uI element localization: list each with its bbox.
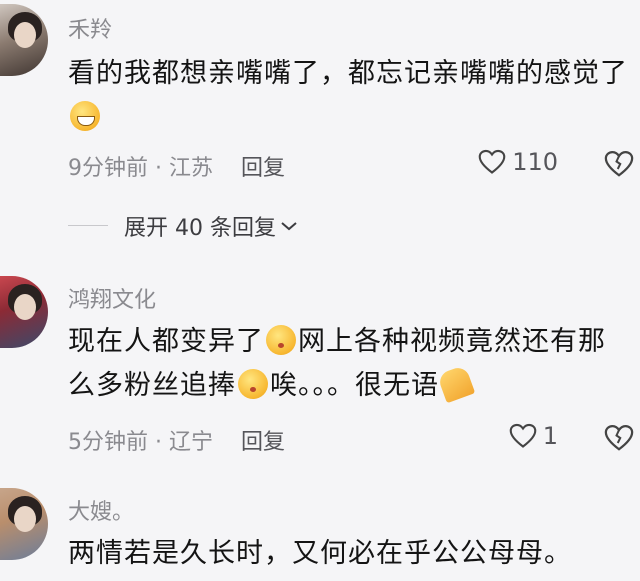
reply-button[interactable]: 回复 <box>241 430 285 455</box>
comment-meta: 9分钟前 · 江苏 回复 <box>68 156 286 181</box>
like-count: 1 <box>542 422 558 450</box>
comment-location: 江苏 <box>168 156 213 181</box>
comment-text: 现在人都变异了 网上各种视频竟然还有那么多粉丝追捧 唉。。。很无语 <box>68 320 628 408</box>
folded-hands-emoji-icon <box>436 364 476 404</box>
avatar[interactable] <box>0 488 48 560</box>
pouting-face-emoji-icon <box>238 369 268 399</box>
heart-outline-icon <box>478 149 506 174</box>
broken-heart-icon[interactable] <box>604 424 634 452</box>
avatar[interactable] <box>0 276 48 348</box>
comment-username[interactable]: 禾羚 <box>68 12 112 44</box>
comment-location: 辽宁 <box>168 430 213 455</box>
reply-button[interactable]: 回复 <box>241 156 285 181</box>
comment-username[interactable]: 鸿翔文化 <box>68 282 156 314</box>
grinning-sweat-emoji-icon <box>70 101 100 131</box>
avatar[interactable] <box>0 4 48 76</box>
expand-divider <box>68 225 108 226</box>
pouting-face-emoji-icon <box>266 325 296 355</box>
comment-time: 9分钟前 <box>68 156 148 181</box>
like-button[interactable]: 110 <box>478 148 558 176</box>
like-button[interactable]: 1 <box>509 422 558 450</box>
expand-replies-button[interactable]: 展开 40 条回复 <box>124 210 298 242</box>
comment-text: 看的我都想亲嘴嘴了，都忘记亲嘴嘴的感觉了 <box>68 52 628 140</box>
comment-text: 两情若是久长时，又何必在乎公公母母。 <box>68 538 572 569</box>
broken-heart-icon[interactable] <box>604 150 634 178</box>
heart-outline-icon <box>509 423 537 448</box>
comment-time: 5分钟前 <box>68 430 148 455</box>
comment-username[interactable]: 大嫂。 <box>68 494 134 526</box>
expand-replies-label: 展开 40 条回复 <box>124 216 276 241</box>
chevron-down-icon <box>281 222 297 231</box>
like-count: 110 <box>512 148 558 176</box>
comment-meta: 5分钟前 · 辽宁 回复 <box>68 430 286 455</box>
